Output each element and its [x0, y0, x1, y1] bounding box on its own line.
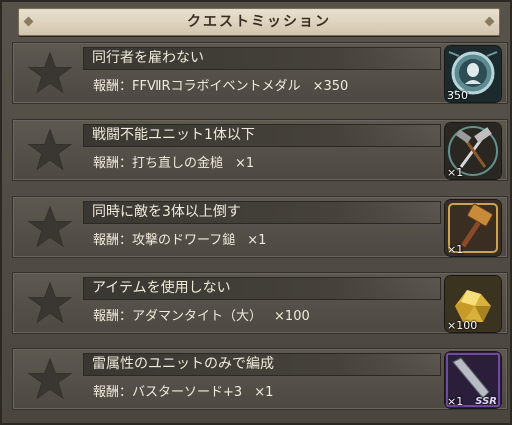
mission-row: アイテムを使用しない 報酬：アダマンタイト（大） ×100 ×100 — [12, 272, 508, 334]
header-ornament-right — [484, 16, 495, 27]
item-quantity: ×1 — [447, 243, 464, 256]
page-title: クエストミッション — [187, 14, 331, 30]
mission-title: 同行者を雇わない — [83, 47, 441, 70]
mission-row: 雷属性のユニットのみで編成 報酬：バスターソード+3 ×1 ×1 SSR — [12, 348, 508, 410]
reward-count: ×1 — [235, 156, 255, 171]
mission-title: 同時に敵を3体以上倒す — [83, 201, 441, 224]
mission-title: 戦闘不能ユニット1体以下 — [83, 124, 441, 147]
reward-count: ×350 — [312, 79, 349, 94]
reward-item[interactable]: ×1 — [445, 123, 501, 179]
item-quantity: 350 — [447, 89, 468, 102]
star-icon — [21, 279, 79, 327]
mission-title: アイテムを使用しない — [83, 277, 441, 300]
item-quantity: ×100 — [447, 319, 478, 332]
reward-item[interactable]: ×1 SSR — [445, 352, 501, 408]
mission-reward: 報酬：打ち直しの金槌 ×1 — [93, 153, 443, 175]
reward-count: ×1 — [247, 233, 267, 248]
reward-name: FFⅦRコラボイベントメダル — [132, 79, 301, 94]
reward-name: 攻撃のドワーフ鎚 — [132, 233, 236, 248]
mission-row: 同行者を雇わない 報酬：FFⅦRコラボイベントメダル ×350 350 — [12, 42, 508, 104]
mission-reward: 報酬：FFⅦRコラボイベントメダル ×350 — [93, 76, 443, 98]
item-quantity: ×1 — [447, 395, 464, 408]
reward-item[interactable]: ×1 — [445, 200, 501, 256]
reward-count: ×100 — [274, 309, 310, 324]
mission-row: 同時に敵を3体以上倒す 報酬：攻撃のドワーフ鎚 ×1 ×1 — [12, 196, 508, 258]
panel-header: クエストミッション — [18, 8, 500, 36]
reward-label: 報酬： — [93, 79, 133, 94]
reward-name: バスターソード+3 — [132, 385, 243, 400]
reward-name: 打ち直しの金槌 — [132, 156, 224, 171]
reward-label: 報酬： — [93, 309, 133, 324]
star-icon — [21, 355, 79, 403]
mission-reward: 報酬：バスターソード+3 ×1 — [93, 382, 443, 404]
quest-mission-panel: クエストミッション 同行者を雇わない 報酬：FFⅦRコラボイベントメダル ×350… — [0, 0, 512, 425]
reward-label: 報酬： — [93, 156, 133, 171]
mission-row: 戦闘不能ユニット1体以下 報酬：打ち直しの金槌 ×1 ×1 — [12, 119, 508, 181]
header-ornament-left — [23, 16, 34, 27]
mission-title: 雷属性のユニットのみで編成 — [83, 353, 441, 376]
reward-item[interactable]: ×100 — [445, 276, 501, 332]
reward-count: ×1 — [254, 385, 274, 400]
reward-label: 報酬： — [93, 233, 133, 248]
star-icon — [21, 49, 79, 97]
rarity-badge: SSR — [475, 396, 497, 407]
mission-reward: 報酬：アダマンタイト（大） ×100 — [93, 306, 443, 328]
star-icon — [21, 203, 79, 251]
star-icon — [21, 126, 79, 174]
item-quantity: ×1 — [447, 166, 464, 179]
mission-reward: 報酬：攻撃のドワーフ鎚 ×1 — [93, 230, 443, 252]
reward-name: アダマンタイト（大） — [132, 309, 263, 324]
reward-item[interactable]: 350 — [445, 46, 501, 102]
reward-label: 報酬： — [93, 385, 133, 400]
